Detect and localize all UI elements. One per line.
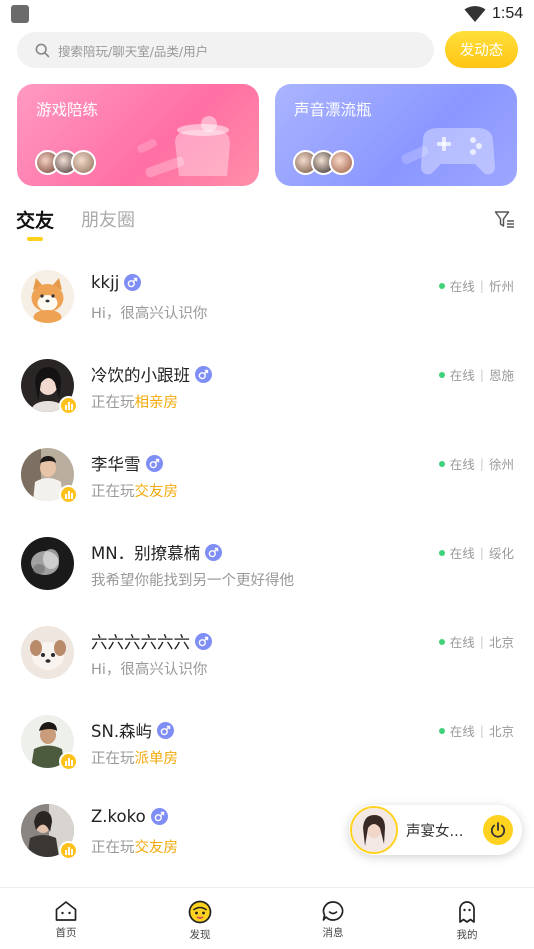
user-row[interactable]: 李华雪 正在玩交友房 在线 | 徐州 [0,431,534,520]
active-tab-indicator [27,237,43,241]
user-greeting: Hi，很高兴认识你 [91,306,208,322]
avatar[interactable] [21,537,74,590]
nav-home[interactable]: 首页 [36,900,96,940]
feed-tabs: 交友 朋友圈 [16,206,516,246]
user-presence: 在线 | 绥化 [438,543,514,562]
live-audio-badge-icon [59,396,78,415]
user-name: 李华雪 [91,451,163,475]
user-presence: 在线 | 恩施 [438,365,514,384]
card-title: 声音漂流瓶 [294,101,372,119]
user-presence: 在线 | 徐州 [438,454,514,473]
avatar[interactable] [21,626,74,679]
status-time: 1:54 [492,5,524,22]
user-activity: 正在玩相亲房 [91,395,179,411]
voice-bottle-card[interactable]: 声音漂流瓶 [275,84,517,186]
user-presence: 在线 | 北京 [438,721,514,740]
card-avatars [293,150,354,175]
card-title: 游戏陪练 [36,101,99,119]
game-companion-card[interactable]: 游戏陪练 [17,84,259,186]
mini-player-avatar [350,806,398,854]
avatar[interactable] [21,270,74,323]
user-name: MN．别撩慕楠 [91,540,223,564]
user-activity: 正在玩交友房 [91,484,179,500]
gamepad-illustration-icon [401,128,495,175]
user-greeting: Hi，很高兴认识你 [91,662,208,678]
live-audio-badge-icon [59,841,78,860]
search-icon [35,43,50,57]
user-activity: 正在玩交友房 [91,840,179,856]
user-name: kkjj [91,273,142,292]
nav-profile[interactable]: 我的 [437,900,497,942]
live-audio-badge-icon [59,752,78,771]
tab-make-friends[interactable]: 交友 [16,206,54,233]
online-dot-icon [438,638,445,645]
online-dot-icon [438,460,445,467]
online-dot-icon [438,727,445,734]
user-name: Z.koko [91,807,168,826]
user-row[interactable]: 六六六六六六 Hi，很高兴认识你 在线 | 北京 [0,609,534,698]
power-icon[interactable] [483,815,513,845]
user-row[interactable]: kkjj Hi，很高兴认识你 在线 | 忻州 [0,253,534,342]
wifi-icon [464,6,486,22]
bottom-navigation: 首页 发现 消息 我的 [0,887,534,949]
live-audio-badge-icon [59,485,78,504]
tab-moments[interactable]: 朋友圈 [81,206,135,232]
room-link[interactable]: 交友房 [135,840,179,856]
voice-room-mini-player[interactable]: 声宴女... [349,805,522,855]
search-placeholder: 搜索陪玩/聊天室/品类/用户 [58,43,209,59]
card-avatars [35,150,96,175]
male-icon [195,365,212,383]
online-dot-icon [438,549,445,556]
online-dot-icon [438,282,445,289]
male-icon [205,543,223,561]
male-icon [124,274,142,291]
nav-discover[interactable]: 发现 [170,900,230,942]
status-bar: 1:54 [0,0,534,30]
user-presence: 在线 | 忻州 [438,276,514,295]
discover-icon [188,900,212,924]
nav-messages[interactable]: 消息 [303,900,363,940]
cup-illustration-icon [137,116,230,178]
male-icon [195,632,212,650]
user-row[interactable]: SN.森屿 正在玩派单房 在线 | 北京 [0,698,534,787]
user-activity: 正在玩派单房 [91,751,179,767]
user-row[interactable]: 冷饮的小跟班 正在玩相亲房 在线 | 恩施 [0,342,534,431]
room-link[interactable]: 派单房 [135,751,179,767]
user-name: SN.森屿 [91,718,175,742]
mini-player-room-name: 声宴女... [406,824,464,840]
user-presence: 在线 | 北京 [438,632,514,651]
message-icon [322,901,344,921]
online-dot-icon [438,371,445,378]
user-name: 六六六六六六 [91,629,212,653]
room-link[interactable]: 交友房 [135,484,179,500]
filter-icon[interactable] [494,210,516,230]
user-row[interactable]: MN．别撩慕楠 我希望你能找到另一个更好得他 在线 | 绥化 [0,520,534,609]
app-notification-icon [11,5,29,23]
user-greeting: 我希望你能找到另一个更好得他 [91,573,294,589]
male-icon [145,454,163,472]
profile-icon [459,901,475,923]
room-link[interactable]: 相亲房 [135,395,179,411]
home-icon [55,901,77,921]
post-moment-button[interactable]: 发动态 [445,31,518,68]
search-input[interactable]: 搜索陪玩/聊天室/品类/用户 [17,32,434,68]
user-name: 冷饮的小跟班 [91,362,212,386]
male-icon [157,721,175,739]
male-icon [150,808,168,825]
